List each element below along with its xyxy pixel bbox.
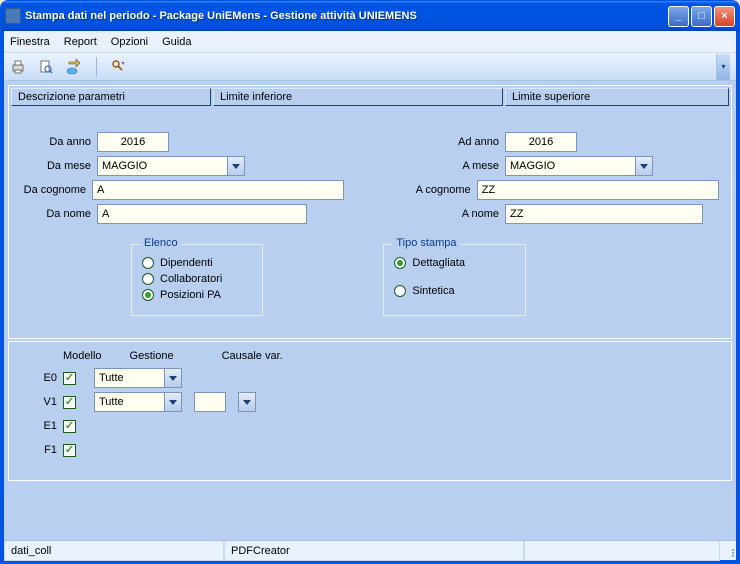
input-da-anno[interactable] bbox=[97, 132, 169, 152]
menu-opzioni[interactable]: Opzioni bbox=[111, 36, 148, 48]
chevron-down-icon[interactable] bbox=[635, 156, 653, 176]
status-mid: PDFCreator bbox=[224, 541, 524, 561]
label-a-mese: A mese bbox=[429, 160, 505, 172]
input-da-cognome[interactable] bbox=[92, 180, 344, 200]
toolbar-separator bbox=[96, 57, 97, 77]
print-icon[interactable] bbox=[10, 59, 26, 75]
input-a-nome[interactable] bbox=[505, 204, 703, 224]
statusbar: dati_coll PDFCreator bbox=[4, 540, 736, 560]
combo-gestione-v1-value[interactable] bbox=[94, 392, 164, 412]
causale-dropdown[interactable] bbox=[238, 392, 256, 412]
combo-a-mese-value[interactable] bbox=[505, 156, 635, 176]
chevron-down-icon[interactable] bbox=[227, 156, 245, 176]
check-e0[interactable] bbox=[63, 372, 76, 385]
input-da-nome[interactable] bbox=[97, 204, 307, 224]
input-a-cognome[interactable] bbox=[477, 180, 719, 200]
group-elenco-title: Elenco bbox=[140, 237, 182, 249]
label-f1: F1 bbox=[19, 444, 63, 456]
status-right bbox=[524, 541, 720, 561]
minimize-button[interactable]: _ bbox=[668, 6, 689, 27]
menu-guida[interactable]: Guida bbox=[162, 36, 191, 48]
toolbar: ▾ bbox=[4, 53, 736, 81]
menu-finestra[interactable]: Finestra bbox=[10, 36, 50, 48]
app-icon bbox=[5, 8, 21, 24]
radio-dipendenti[interactable]: Dipendenti bbox=[142, 257, 222, 269]
radio-icon bbox=[142, 273, 154, 285]
group-tipo-stampa-title: Tipo stampa bbox=[392, 237, 460, 249]
window-title: Stampa dati nel periodo - Package UniEMe… bbox=[25, 10, 668, 22]
label-e1: E1 bbox=[19, 420, 63, 432]
combo-a-mese[interactable] bbox=[505, 156, 653, 176]
chevron-down-icon[interactable] bbox=[164, 368, 182, 388]
toolbar-overflow[interactable]: ▾ bbox=[716, 54, 730, 80]
hdr-gestione: Gestione bbox=[130, 350, 174, 362]
export-icon[interactable] bbox=[66, 59, 82, 75]
chevron-down-icon[interactable] bbox=[164, 392, 182, 412]
status-left: dati_coll bbox=[4, 541, 224, 561]
hdr-descrizione: Descrizione parametri bbox=[11, 88, 211, 106]
radio-dettagliata[interactable]: Dettagliata bbox=[394, 257, 465, 269]
tools-icon[interactable] bbox=[111, 59, 127, 75]
label-a-cognome: A cognome bbox=[406, 184, 477, 196]
hdr-limite-superiore: Limite superiore bbox=[505, 88, 729, 106]
hdr-causale: Causale var. bbox=[222, 350, 283, 362]
group-elenco: Elenco Dipendenti Collaboratori Posizion… bbox=[131, 244, 263, 316]
label-da-nome: Da nome bbox=[21, 208, 97, 220]
close-button[interactable]: × bbox=[714, 6, 735, 27]
hdr-limite-inferiore: Limite inferiore bbox=[213, 88, 503, 106]
main-area: Descrizione parametri Limite inferiore L… bbox=[4, 81, 736, 540]
check-e1[interactable] bbox=[63, 420, 76, 433]
model-block: Modello Gestione Causale var. E0 V1 bbox=[8, 341, 732, 481]
parameter-block: Descrizione parametri Limite inferiore L… bbox=[8, 85, 732, 339]
input-causale[interactable] bbox=[194, 392, 226, 412]
check-f1[interactable] bbox=[63, 444, 76, 457]
label-da-cognome: Da cognome bbox=[21, 184, 92, 196]
combo-da-mese[interactable] bbox=[97, 156, 245, 176]
label-v1: V1 bbox=[19, 396, 63, 408]
radio-icon bbox=[142, 289, 154, 301]
combo-da-mese-value[interactable] bbox=[97, 156, 227, 176]
parameter-header: Descrizione parametri Limite inferiore L… bbox=[11, 88, 729, 106]
resize-gripper[interactable] bbox=[720, 541, 736, 560]
radio-icon bbox=[142, 257, 154, 269]
radio-icon bbox=[394, 285, 406, 297]
label-ad-anno: Ad anno bbox=[429, 136, 505, 148]
input-ad-anno[interactable] bbox=[505, 132, 577, 152]
combo-gestione-v1[interactable] bbox=[94, 392, 182, 412]
radio-icon bbox=[394, 257, 406, 269]
check-v1[interactable] bbox=[63, 396, 76, 409]
app-window: Stampa dati nel periodo - Package UniEMe… bbox=[0, 0, 740, 564]
label-da-mese: Da mese bbox=[21, 160, 97, 172]
combo-gestione-e0[interactable] bbox=[94, 368, 182, 388]
label-da-anno: Da anno bbox=[21, 136, 97, 148]
maximize-button[interactable]: □ bbox=[691, 6, 712, 27]
preview-icon[interactable] bbox=[38, 59, 54, 75]
label-e0: E0 bbox=[19, 372, 63, 384]
combo-gestione-e0-value[interactable] bbox=[94, 368, 164, 388]
titlebar[interactable]: Stampa dati nel periodo - Package UniEMe… bbox=[1, 1, 739, 31]
label-a-nome: A nome bbox=[429, 208, 505, 220]
radio-sintetica[interactable]: Sintetica bbox=[394, 285, 465, 297]
radio-posizioni-pa[interactable]: Posizioni PA bbox=[142, 289, 222, 301]
hdr-modello: Modello bbox=[63, 350, 102, 362]
radio-collaboratori[interactable]: Collaboratori bbox=[142, 273, 222, 285]
menu-report[interactable]: Report bbox=[64, 36, 97, 48]
group-tipo-stampa: Tipo stampa Dettagliata Sintetica bbox=[383, 244, 526, 316]
menubar: Finestra Report Opzioni Guida bbox=[4, 31, 736, 53]
